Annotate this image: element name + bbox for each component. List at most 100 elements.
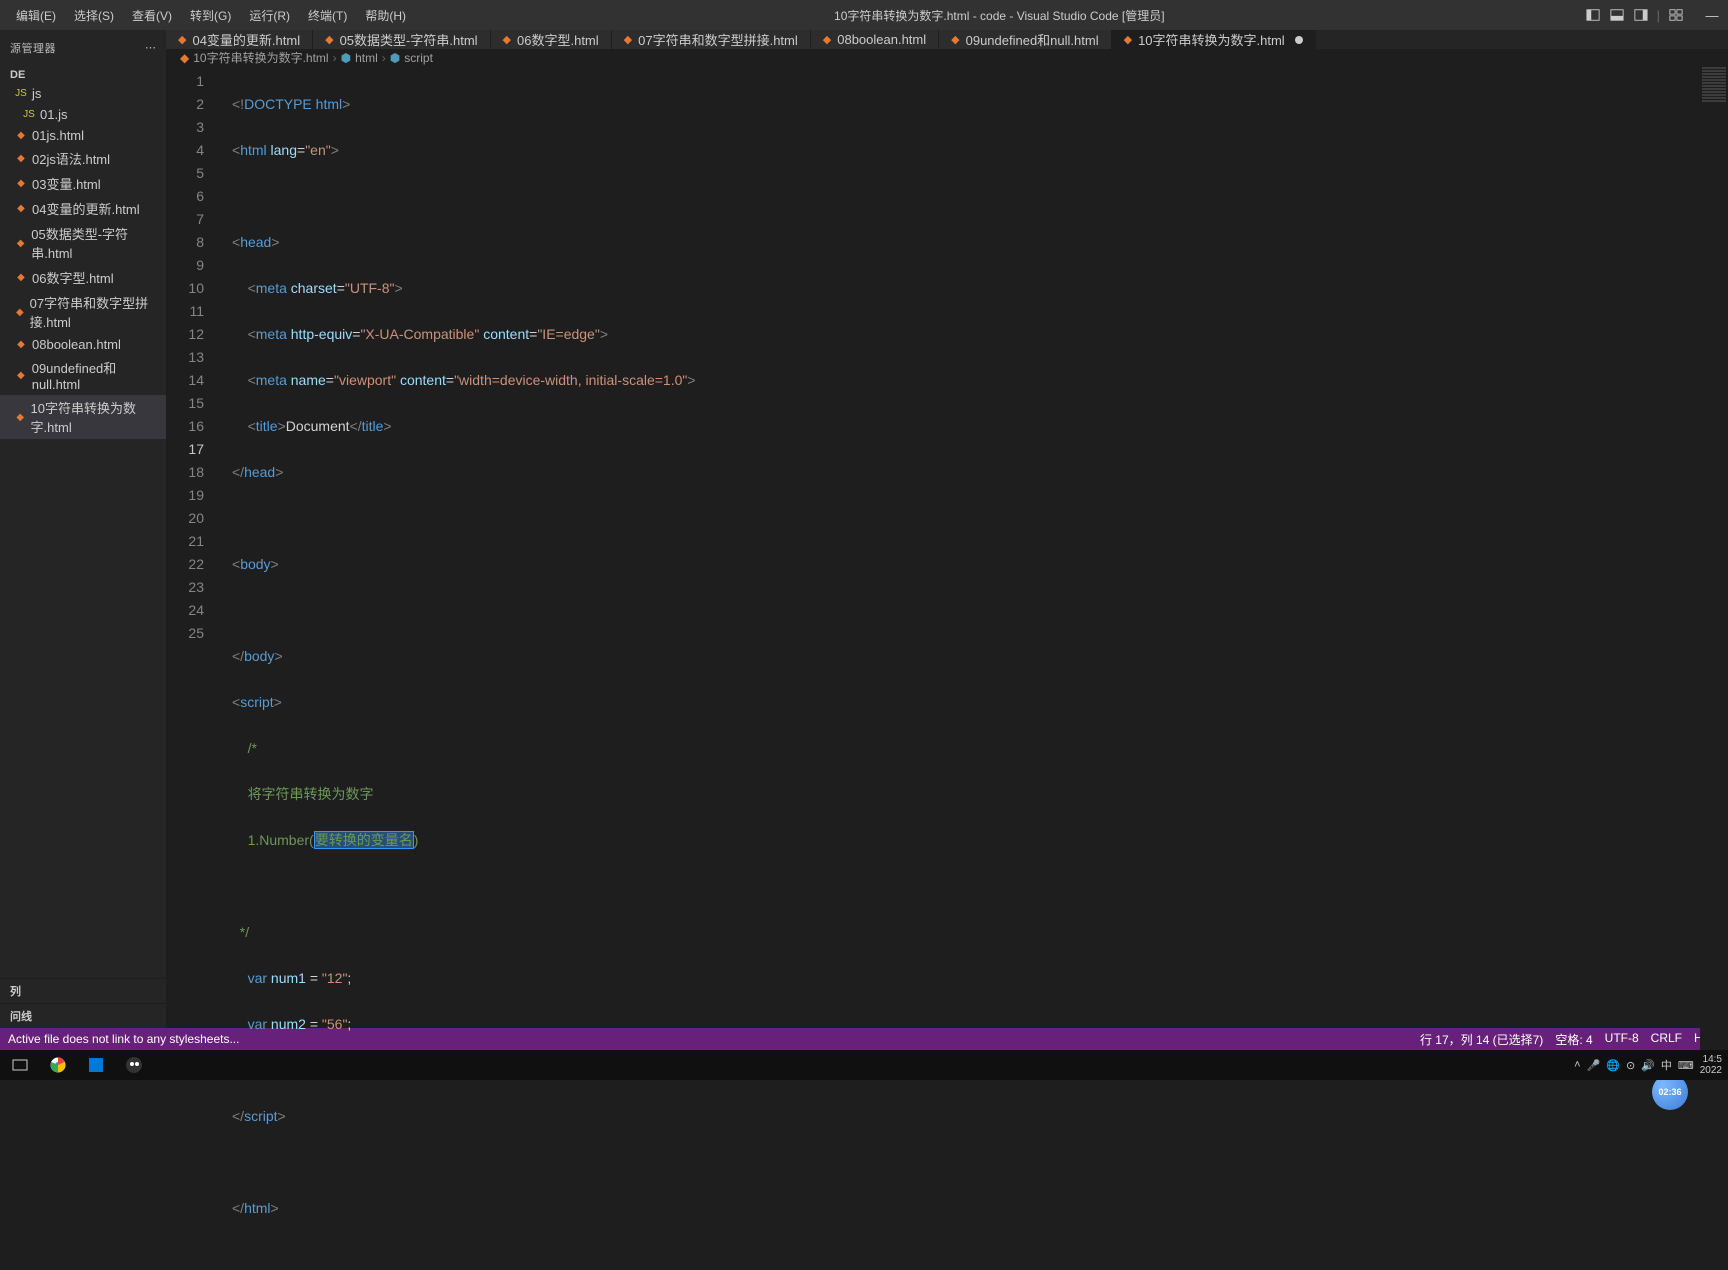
clock[interactable]: 14:5 2022 bbox=[1700, 1054, 1722, 1076]
window-title: 10字符串转换为数字.html - code - Visual Studio C… bbox=[414, 7, 1585, 24]
selected-text: 要转换的变量名 bbox=[314, 831, 414, 849]
code-content[interactable]: <!DOCTYPE html> <html lang="en"> <head> … bbox=[222, 66, 1728, 1270]
js-file-icon: JS bbox=[14, 87, 28, 101]
outline-section[interactable]: 列 bbox=[0, 978, 166, 1003]
tab-label: 08boolean.html bbox=[837, 32, 926, 47]
editor-tab[interactable]: ◆ 08boolean.html bbox=[811, 30, 939, 49]
menu-go[interactable]: 转到(G) bbox=[182, 3, 239, 28]
tree-item[interactable]: JS js bbox=[0, 83, 166, 104]
sidebar-title: 源管理器 bbox=[10, 40, 56, 56]
tree-item[interactable]: JS01.js bbox=[0, 104, 166, 125]
tab-label: 05数据类型-字符串.html bbox=[340, 30, 478, 49]
sound-icon[interactable]: 🔊 bbox=[1641, 1059, 1655, 1072]
ime-indicator[interactable]: 中 bbox=[1661, 1057, 1672, 1073]
menu-view[interactable]: 查看(V) bbox=[124, 3, 180, 28]
editor-tab[interactable]: ◆ 09undefined和null.html bbox=[939, 30, 1111, 49]
menu-select[interactable]: 选择(S) bbox=[66, 3, 122, 28]
tab-bar: ◆ 04变量的更新.html ◆ 05数据类型-字符串.html ◆ 06数字型.html… bbox=[166, 30, 1728, 49]
title-bar: 编辑(E) 选择(S) 查看(V) 转到(G) 运行(R) 终端(T) 帮助(H… bbox=[0, 0, 1728, 30]
tree-item[interactable]: ◆ 06数字型.html bbox=[0, 265, 166, 290]
html-file-icon: ◆ bbox=[178, 33, 186, 46]
taskview-icon[interactable] bbox=[6, 1051, 34, 1079]
chrome-icon[interactable] bbox=[44, 1051, 72, 1079]
html-file-icon: ◆ bbox=[14, 368, 28, 382]
minimap[interactable] bbox=[1700, 66, 1728, 1270]
tree-item-label: 06数字型.html bbox=[32, 268, 114, 287]
tree-item[interactable]: ◆ 05数据类型-字符串.html bbox=[0, 221, 166, 265]
crumb-file[interactable]: 10字符串转换为数字.html bbox=[193, 49, 328, 66]
editor-tab[interactable]: ◆ 04变量的更新.html bbox=[166, 30, 313, 49]
crumb-script[interactable]: script bbox=[404, 51, 433, 65]
tray-up-icon[interactable]: ˄ bbox=[1574, 1059, 1580, 1071]
tree-item-label: 01js.html bbox=[32, 128, 84, 143]
html-file-icon: ◆ bbox=[14, 410, 27, 424]
layout-controls: | — bbox=[1585, 7, 1720, 23]
tree-item[interactable]: ◆08boolean.html bbox=[0, 334, 166, 355]
js-file-icon: JS bbox=[22, 108, 36, 122]
sidebar-more-icon[interactable]: ⋯ bbox=[145, 41, 156, 54]
tab-label: 04变量的更新.html bbox=[192, 30, 300, 49]
tree-item[interactable]: ◆02js语法.html bbox=[0, 146, 166, 171]
tree-item[interactable]: ◆ 07字符串和数字型拼接.html bbox=[0, 290, 166, 334]
minimize-icon[interactable]: — bbox=[1704, 7, 1720, 23]
html-file-icon: ◆ bbox=[14, 202, 28, 216]
menu-run[interactable]: 运行(R) bbox=[241, 3, 298, 28]
customize-layout-icon[interactable] bbox=[1668, 7, 1684, 23]
tab-label: 09undefined和null.html bbox=[966, 30, 1099, 49]
tree-item[interactable]: ◆ 01js.html bbox=[0, 125, 166, 146]
sidebar-header: 源管理器 ⋯ bbox=[0, 30, 166, 65]
html-file-icon: ◆ bbox=[14, 338, 28, 352]
editor-tab[interactable]: ◆ 10字符串转换为数字.html bbox=[1112, 30, 1316, 49]
app-icon[interactable] bbox=[82, 1051, 110, 1079]
breadcrumbs[interactable]: ◆10字符串转换为数字.html › ⬢html › ⬢script bbox=[166, 49, 1728, 66]
toggle-panel-icon[interactable] bbox=[1609, 7, 1625, 23]
html-file-icon: ◆ bbox=[14, 129, 28, 143]
tree-item[interactable]: ◆ 10字符串转换为数字.html bbox=[0, 395, 166, 439]
html-file-icon: ◆ bbox=[14, 271, 28, 285]
tree-item[interactable]: ◆03变量.html bbox=[0, 171, 166, 196]
line-gutter: 1234567891011121314151617181920212223242… bbox=[166, 66, 222, 1270]
tree-item-label: js bbox=[32, 86, 41, 101]
tree-item-label: 02js语法.html bbox=[32, 149, 110, 168]
tab-label: 10字符串转换为数字.html bbox=[1138, 30, 1285, 49]
file-tree: DE JSjsJS01.js◆01js.html◆02js语法.html◆03变… bbox=[0, 65, 166, 441]
tree-item-label: 07字符串和数字型拼接.html bbox=[30, 293, 162, 331]
editor-tab[interactable]: ◆ 06数字型.html bbox=[491, 30, 612, 49]
tree-item-label: 05数据类型-字符串.html bbox=[31, 224, 162, 262]
crumb-html[interactable]: html bbox=[355, 51, 378, 65]
dirty-indicator bbox=[1295, 36, 1303, 44]
taskbar: ˄ 🎤 🌐 ⊙ 🔊 中 ⌨ 14:5 2022 bbox=[0, 1050, 1728, 1080]
toggle-sidebar-icon[interactable] bbox=[1585, 7, 1601, 23]
sidebar: 源管理器 ⋯ DE JSjsJS01.js◆01js.html◆02js语法.h… bbox=[0, 30, 166, 1028]
system-tray: ˄ 🎤 🌐 ⊙ 🔊 中 ⌨ 14:5 2022 bbox=[1574, 1054, 1722, 1076]
code-editor[interactable]: 1234567891011121314151617181920212223242… bbox=[166, 66, 1728, 1270]
timeline-section[interactable]: 问线 bbox=[0, 1003, 166, 1028]
html-file-icon: ◆ bbox=[14, 177, 28, 191]
app2-icon[interactable] bbox=[120, 1051, 148, 1079]
tree-item[interactable]: ◆ 04变量的更新.html bbox=[0, 196, 166, 221]
html-file-icon: ◆ bbox=[1124, 33, 1132, 46]
html-file-icon: ◆ bbox=[325, 33, 333, 46]
keyboard-icon[interactable]: ⌨ bbox=[1678, 1059, 1694, 1072]
globe-icon[interactable]: 🌐 bbox=[1606, 1059, 1620, 1072]
tree-item-label: 04变量的更新.html bbox=[32, 199, 140, 218]
menu-edit[interactable]: 编辑(E) bbox=[8, 3, 64, 28]
wifi-icon[interactable]: ⊙ bbox=[1626, 1059, 1635, 1072]
editor-tab[interactable]: ◆ 05数据类型-字符串.html bbox=[313, 30, 490, 49]
html-file-icon: ◆ bbox=[624, 33, 632, 46]
html-file-icon: ◆ bbox=[503, 33, 511, 46]
tab-label: 07字符串和数字型拼接.html bbox=[638, 30, 798, 49]
tree-item[interactable]: ◆09undefined和null.html bbox=[0, 355, 166, 395]
tab-label: 06数字型.html bbox=[517, 30, 599, 49]
toggle-right-icon[interactable] bbox=[1633, 7, 1649, 23]
editor-tab[interactable]: ◆ 07字符串和数字型拼接.html bbox=[612, 30, 811, 49]
mic-icon[interactable]: 🎤 bbox=[1587, 1059, 1601, 1072]
menu-help[interactable]: 帮助(H) bbox=[357, 3, 414, 28]
html-file-icon: ◆ bbox=[14, 305, 26, 319]
menu-terminal[interactable]: 终端(T) bbox=[300, 3, 355, 28]
tree-root[interactable]: DE bbox=[0, 67, 166, 83]
tree-item-label: 10字符串转换为数字.html bbox=[31, 398, 162, 436]
html-file-icon: ◆ bbox=[823, 33, 831, 46]
html-file-icon: ◆ bbox=[14, 236, 27, 250]
html-file-icon: ◆ bbox=[951, 33, 959, 46]
